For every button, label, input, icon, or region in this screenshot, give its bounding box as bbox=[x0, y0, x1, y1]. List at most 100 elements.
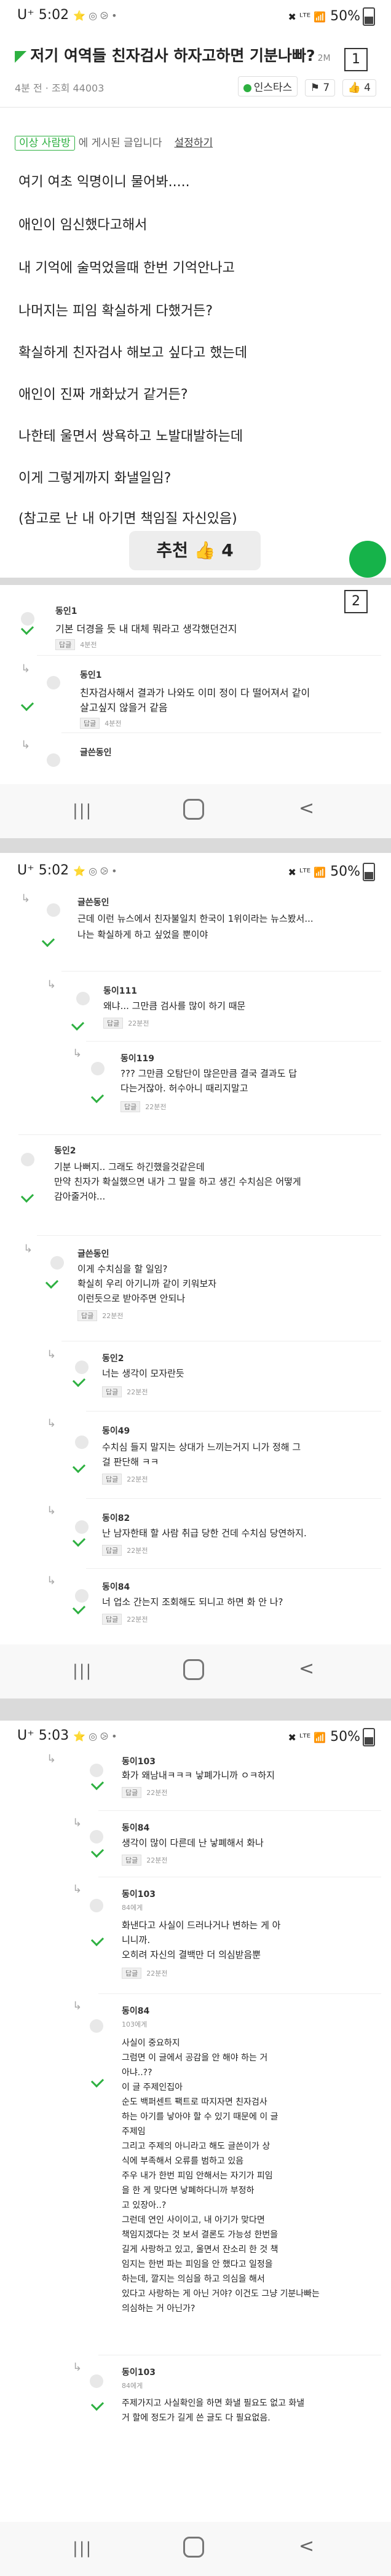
avatar bbox=[90, 1830, 103, 1844]
recommend-button[interactable]: 추천 👍 4 bbox=[129, 531, 261, 570]
like-count: 4 bbox=[364, 82, 371, 94]
reply-button[interactable]: 답글 bbox=[122, 1968, 142, 1979]
bookmark-button[interactable]: ⚑ 7 bbox=[304, 79, 336, 96]
avatar bbox=[75, 1520, 89, 1534]
back-button[interactable]: < bbox=[299, 2535, 314, 2557]
avatar bbox=[47, 676, 60, 689]
comment-author: 글쓴동인 bbox=[77, 898, 109, 908]
comment-author: 글쓴동인 bbox=[80, 748, 112, 758]
avatar bbox=[50, 1256, 64, 1270]
comment-text: 수치심 들지 말지는 상대가 느끼는거지 니가 정해 그 bbox=[102, 1442, 301, 1453]
reply-arrow-icon: ↳ bbox=[73, 1047, 82, 1060]
badge-dot-icon bbox=[243, 84, 251, 92]
comment-author: 동이119 bbox=[120, 1054, 154, 1064]
comment-text: 왜냐... 그만큼 검사를 많이 하기 때문 bbox=[103, 1000, 246, 1011]
comment-text: 고 있장아..? bbox=[122, 2201, 167, 2210]
carrier-label: U⁺ bbox=[17, 7, 34, 23]
home-button[interactable] bbox=[183, 2537, 204, 2558]
like-button[interactable]: 👍 4 bbox=[342, 79, 376, 96]
comment-author: 동이84 bbox=[102, 1582, 130, 1592]
back-button[interactable]: < bbox=[299, 798, 314, 819]
notification-icons: ⭐ ◎ ⧁ • bbox=[73, 10, 117, 22]
recent-apps-button[interactable]: ||| bbox=[73, 801, 92, 820]
green-check-icon bbox=[90, 1090, 105, 1104]
post-body-line: 확실하게 친자검사 해보고 싶다고 했는데 bbox=[18, 345, 248, 361]
reply-target: 84에게 bbox=[122, 2382, 143, 2390]
board-notice: 이상 사람방 에 게시된 글입니다 설정하기 bbox=[15, 134, 213, 151]
recent-apps-button[interactable]: ||| bbox=[73, 2539, 92, 2558]
comment-meta: 답글 22분전 bbox=[102, 1386, 148, 1397]
comment-text: 식에 부족해서 오류를 범하고 있음 bbox=[122, 2156, 244, 2166]
divider bbox=[86, 1041, 381, 1042]
reply-button[interactable]: 답글 bbox=[102, 1614, 122, 1625]
post-title-text: 저기 여역들 친자검사 하자고하면 기분나빠? bbox=[30, 47, 315, 65]
reply-button[interactable]: 답글 bbox=[102, 1545, 122, 1556]
bookmark-count: 7 bbox=[323, 82, 330, 94]
avatar bbox=[91, 1062, 105, 1075]
divider bbox=[86, 1568, 381, 1569]
post-body-line: 애인이 진짜 개화났거 같거든? bbox=[18, 387, 188, 402]
comment-text: 그런데 연인 사이이고, 내 아기가 맞다면 bbox=[122, 2215, 265, 2225]
avatar bbox=[90, 2374, 103, 2388]
category-icon: ◤ bbox=[15, 47, 27, 65]
reply-button[interactable]: 답글 bbox=[103, 1018, 124, 1029]
comment-text: 난 남자한태 할 사람 취급 당한 건데 수치심 당연하지. bbox=[102, 1528, 307, 1539]
avatar bbox=[90, 2019, 103, 2033]
comment-author: 동인2 bbox=[54, 1146, 76, 1156]
battery-level: 50% bbox=[330, 1729, 360, 1745]
post-body-line: 애인이 임신했다고해서 bbox=[18, 218, 148, 233]
post-body-line: 여기 여초 익명이니 물어봐..... bbox=[18, 175, 190, 190]
reply-button[interactable]: 답글 bbox=[122, 1855, 142, 1866]
divider bbox=[98, 1993, 381, 1994]
status-bar: U⁺ 5:03 ⭐ ◎ ⧁ • ✖ ᴸᵀᴱ 📶 50% bbox=[0, 1721, 391, 1753]
comment-meta: 답글 22분전 bbox=[102, 1614, 148, 1625]
clock: 5:02 bbox=[38, 863, 69, 878]
home-button[interactable] bbox=[183, 799, 204, 820]
green-check-icon bbox=[20, 697, 34, 712]
screenshot-gap bbox=[0, 1698, 391, 1721]
comment-text: 이게 수치심을 할 일임? bbox=[77, 1263, 168, 1274]
marker-two: 2 bbox=[344, 590, 368, 613]
reply-arrow-icon: ↳ bbox=[47, 1753, 57, 1765]
green-check-icon bbox=[71, 1017, 85, 1031]
divider bbox=[18, 1134, 381, 1135]
board-tag[interactable]: 이상 사람방 bbox=[15, 136, 75, 151]
instatiz-badge[interactable]: 인스타스 bbox=[237, 76, 298, 96]
reply-button[interactable]: 답글 bbox=[102, 1386, 122, 1397]
comment-author: 동인2 bbox=[102, 1354, 124, 1364]
reply-button[interactable]: 답글 bbox=[102, 1474, 122, 1485]
comment-text: 책임지겠다는 것 보서 결론도 가능성 한번을 bbox=[122, 2230, 278, 2240]
green-check-icon bbox=[41, 933, 55, 948]
divider bbox=[86, 1498, 381, 1499]
reply-button[interactable]: 답글 bbox=[120, 1101, 141, 1112]
comment-text: 있다고 사랑하는 게 아닌 거야? 이건도 그냥 기분나빠는 bbox=[122, 2289, 320, 2299]
comment-meta: 답글 22분전 bbox=[122, 1787, 168, 1798]
clock: 5:03 bbox=[38, 1728, 69, 1743]
reply-button[interactable]: 답글 bbox=[80, 718, 100, 729]
reply-button[interactable]: 답글 bbox=[55, 639, 76, 650]
comment-text: 임지는 한번 파는 피임을 안 했다고 일정을 bbox=[122, 2260, 273, 2269]
signal-icons: ✖ ᴸᵀᴱ 📶 bbox=[288, 866, 326, 878]
comment-author: 동이103 bbox=[122, 1890, 156, 1899]
reply-button[interactable]: 답글 bbox=[77, 1310, 98, 1321]
back-button[interactable]: < bbox=[299, 1658, 314, 1679]
comment-author: 동이103 bbox=[122, 2368, 156, 2378]
recent-apps-button[interactable]: ||| bbox=[73, 1662, 92, 1680]
comment-text: 걸 판단해 ㅋㅋ bbox=[102, 1456, 159, 1467]
comment-text: 기분 나뻐지.. 그래도 하긴했을것같은데 bbox=[54, 1161, 205, 1172]
reply-button[interactable]: 답글 bbox=[122, 1787, 142, 1798]
reply-arrow-icon: ↳ bbox=[73, 2000, 82, 2012]
comment-text: 너 업소 간는지 조회해도 되니고 하면 화 안 나? bbox=[102, 1596, 283, 1608]
avatar bbox=[75, 1435, 89, 1449]
home-button[interactable] bbox=[183, 1659, 204, 1680]
comment-text: 생각이 많이 다른데 난 낳폐해서 화나 bbox=[122, 1837, 264, 1848]
write-fab-button[interactable] bbox=[349, 541, 386, 578]
divider bbox=[61, 732, 381, 733]
green-check-icon bbox=[72, 1533, 86, 1547]
comment-meta: 답글 22분전 bbox=[102, 1545, 148, 1556]
comment-text: 이 글 주제인집아 bbox=[122, 2083, 183, 2092]
notification-icons: ⭐ ◎ ⧁ • bbox=[73, 865, 117, 877]
screenshot-gap bbox=[0, 838, 391, 853]
settings-link[interactable]: 설정하기 bbox=[175, 137, 213, 149]
avatar bbox=[75, 1361, 89, 1374]
